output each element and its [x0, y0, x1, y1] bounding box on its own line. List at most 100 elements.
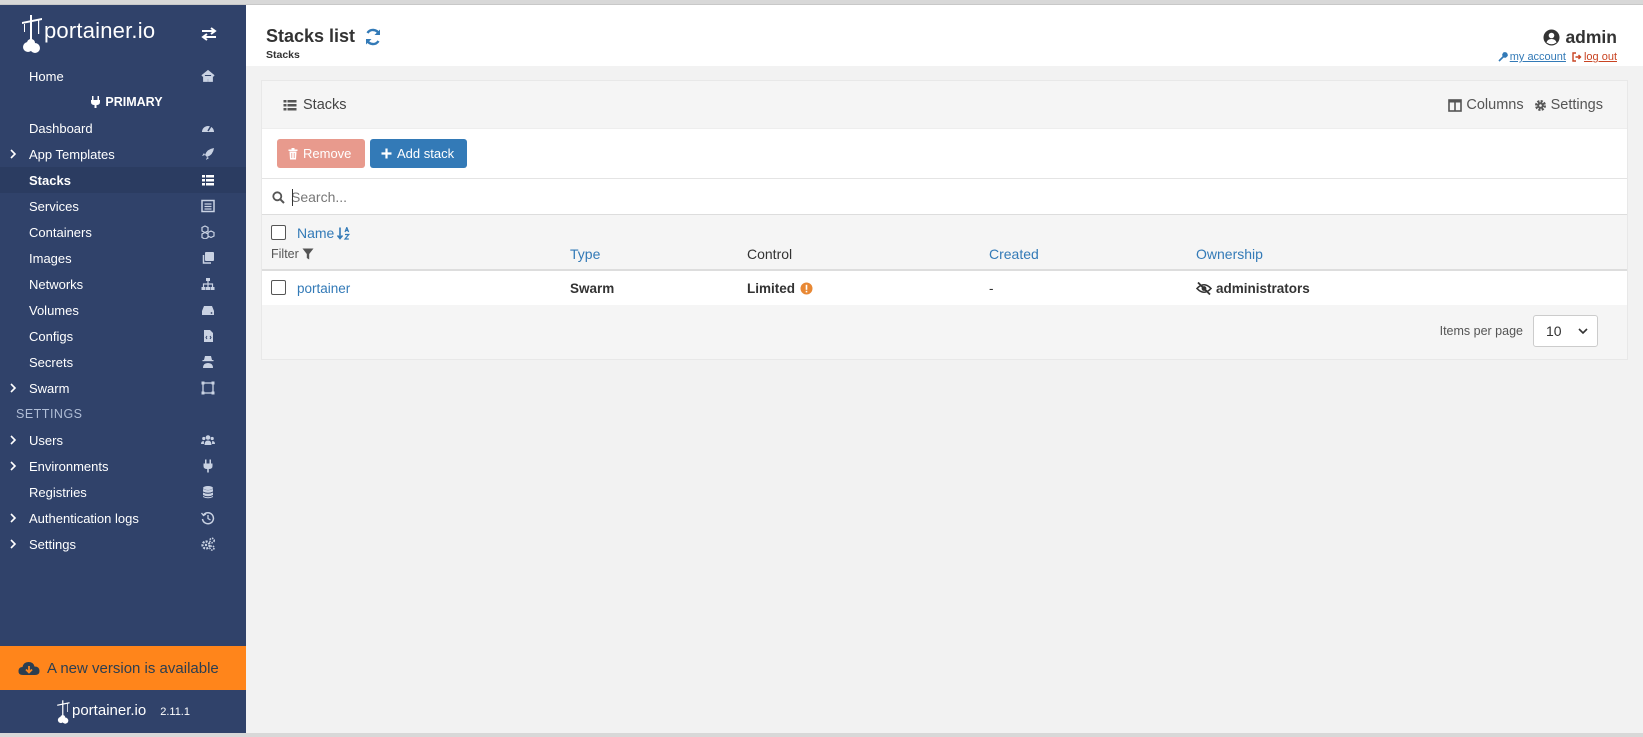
items-per-page-value: 10	[1546, 323, 1562, 339]
sidebar-item-app-templates[interactable]: App Templates	[0, 141, 246, 167]
cogs-icon	[201, 537, 215, 551]
list-alt-icon	[201, 199, 215, 213]
columns-button[interactable]: Columns	[1448, 97, 1524, 113]
columns-label: Columns	[1466, 97, 1524, 113]
sidebar-item-services[interactable]: Services	[0, 193, 246, 219]
chevron-down-icon	[1578, 327, 1588, 334]
stack-ownership-text: administrators	[1216, 281, 1310, 296]
stack-control-text: Limited	[747, 281, 796, 296]
sidebar-item-volumes[interactable]: Volumes	[0, 297, 246, 323]
items-per-page-select[interactable]: 10	[1533, 315, 1598, 347]
portainer-logo[interactable]: portainer.io	[20, 14, 155, 54]
column-header-type[interactable]: Type	[570, 246, 600, 262]
sidebar-item-label: Environments	[29, 458, 109, 474]
column-header-created[interactable]: Created	[989, 246, 1039, 262]
user-circle-icon	[1543, 29, 1560, 46]
sidebar-item-configs[interactable]: Configs	[0, 323, 246, 349]
search-input[interactable]	[291, 185, 1591, 209]
username-text: admin	[1565, 27, 1617, 47]
rocket-icon	[202, 148, 214, 160]
cubes-icon	[201, 225, 215, 239]
sidebar-item-environments[interactable]: Environments	[0, 453, 246, 479]
sidebar-item-label: Networks	[29, 276, 84, 292]
sidebar-item-authentication-logs[interactable]: Authentication logs	[0, 505, 246, 531]
stack-type: Swarm	[570, 281, 615, 296]
exchange-icon[interactable]	[200, 27, 218, 41]
sidebar-item-label: Configs	[29, 328, 74, 344]
sidebar-item-containers[interactable]: Containers	[0, 219, 246, 245]
plug-icon	[203, 459, 213, 473]
object-group-icon	[201, 381, 215, 395]
clone-icon	[202, 252, 214, 264]
brand-name: portainer.io	[44, 18, 156, 43]
wrench-icon	[1498, 52, 1508, 62]
sidebar-item-label: Registries	[29, 484, 87, 500]
home-icon	[201, 69, 215, 82]
row-checkbox[interactable]	[271, 280, 286, 295]
stack-name-link[interactable]: portainer	[297, 281, 350, 296]
add-stack-label: Add stack	[397, 146, 455, 161]
sidebar-item-label: Services	[29, 198, 79, 214]
stack-created: -	[989, 281, 994, 296]
column-name-label: Name	[297, 225, 335, 241]
widget-title: Stacks	[283, 97, 347, 113]
update-banner-text: A new version is available	[47, 659, 219, 677]
chevron-right-icon	[10, 539, 17, 549]
table-row: portainer Swarm Limited - administrators	[262, 271, 1627, 305]
sidebar-item-label: Authentication logs	[29, 510, 139, 526]
filter-icon	[302, 248, 314, 260]
column-header-ownership[interactable]: Ownership	[1196, 246, 1263, 262]
settings-button[interactable]: Settings	[1534, 97, 1603, 113]
th-list-icon	[202, 175, 214, 186]
database-icon	[203, 486, 213, 499]
sidebar-item-settings[interactable]: Settings	[0, 531, 246, 557]
sidebar-item-registries[interactable]: Registries	[0, 479, 246, 505]
chevron-right-icon	[10, 435, 17, 445]
filter-label: Filter	[271, 247, 299, 261]
stack-control: Limited	[747, 281, 813, 296]
stack-ownership: administrators	[1196, 281, 1310, 296]
sidebar-item-users[interactable]: Users	[0, 427, 246, 453]
my-account-text: my account	[1509, 51, 1566, 63]
select-all-checkbox[interactable]	[271, 225, 286, 240]
sidebar-item-networks[interactable]: Networks	[0, 271, 246, 297]
sitemap-icon	[201, 278, 215, 290]
version-label: 2.11.1	[160, 706, 190, 718]
sidebar-item-secrets[interactable]: Secrets	[0, 349, 246, 375]
th-list-icon	[283, 99, 297, 110]
exclamation-circle-icon[interactable]	[800, 282, 813, 295]
sidebar-item-label: Dashboard	[29, 120, 93, 136]
filter-button[interactable]: Filter	[271, 247, 314, 261]
sidebar-item-images[interactable]: Images	[0, 245, 246, 271]
sidebar-item-label: Secrets	[29, 354, 74, 370]
add-stack-button[interactable]: Add stack	[370, 139, 467, 168]
search-bar	[262, 178, 1627, 215]
settings-label: Settings	[1550, 97, 1603, 113]
environment-title: PRIMARY	[0, 89, 246, 115]
sidebar-item-home[interactable]: Home	[0, 63, 246, 89]
action-bar: Remove Add stack	[262, 128, 1627, 178]
sidebar-item-label: Containers	[29, 224, 92, 240]
log-out-link[interactable]: log out	[1572, 51, 1617, 63]
sidebar-item-swarm[interactable]: Swarm	[0, 375, 246, 401]
log-out-text: log out	[1583, 51, 1617, 63]
plus-icon	[381, 148, 392, 159]
chevron-right-icon	[10, 383, 17, 393]
my-account-link[interactable]: my account	[1498, 51, 1566, 63]
columns-icon	[1448, 98, 1463, 112]
environment-name: PRIMARY	[105, 95, 163, 109]
update-available-banner[interactable]: A new version is available	[0, 646, 246, 690]
sidebar-item-stacks[interactable]: Stacks	[0, 167, 246, 193]
chevron-right-icon	[10, 461, 17, 471]
refresh-icon[interactable]	[364, 28, 382, 46]
hdd-icon	[202, 306, 214, 315]
widget-header: Stacks Columns Settings	[262, 81, 1627, 128]
main-content: Stacks list Stacks admin my account log	[246, 5, 1643, 734]
column-header-name[interactable]: Name	[297, 225, 351, 241]
column-header-control: Control	[747, 246, 793, 262]
cog-icon	[1534, 99, 1546, 111]
sidebar-item-dashboard[interactable]: Dashboard	[0, 115, 246, 141]
chevron-right-icon	[10, 513, 17, 523]
remove-button[interactable]: Remove	[277, 139, 365, 168]
page-header: Stacks list Stacks admin my account log	[246, 5, 1643, 66]
